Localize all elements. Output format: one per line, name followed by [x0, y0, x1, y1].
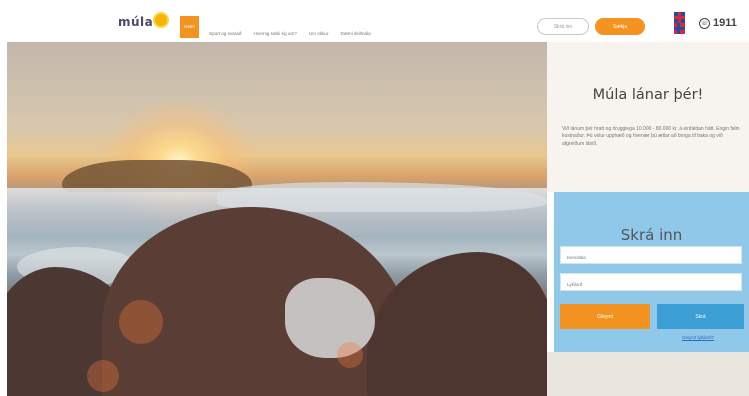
bokeh-light [337, 342, 363, 368]
panel-footer [547, 352, 749, 396]
password-input[interactable] [560, 273, 742, 291]
top-navbar: múla Heim Spurt og svarað Hvernig sæki é… [0, 0, 749, 42]
flag-is-icon[interactable] [674, 23, 685, 34]
phone-number: 1911 [713, 17, 737, 29]
hero-image [7, 42, 547, 396]
language-switcher [674, 12, 685, 34]
flag-uk-icon[interactable] [674, 12, 685, 23]
phone-icon: ☏ [699, 17, 710, 29]
promo-title: Múla lánar þér! [592, 87, 704, 103]
bokeh-light [87, 360, 119, 392]
nav-item-faq[interactable]: Spurt og svarað [209, 30, 241, 38]
login-title: Skrá inn [620, 226, 683, 244]
logo-text: múla [118, 15, 154, 29]
promo-description: Við lánum þér hratt og örugglega 10.000 … [562, 126, 740, 147]
forgot-button[interactable]: Gleymt [560, 304, 650, 329]
rock-right [367, 252, 547, 396]
phone-contact[interactable]: ☏ 1911 [699, 17, 737, 29]
logo-sun-icon [155, 14, 168, 26]
promo-panel [547, 42, 749, 192]
site-logo[interactable]: múla [118, 12, 168, 32]
nav-item-about[interactable]: Um okkur [309, 30, 329, 38]
username-input[interactable] [560, 246, 742, 264]
forgot-password-link[interactable]: Gleymt lykilorð? [682, 335, 714, 340]
nav-item-how-to-apply[interactable]: Hvernig sæki ég um? [253, 30, 296, 38]
nav-item-terms[interactable]: Dæmi skilmála [341, 30, 371, 38]
bokeh-light [119, 300, 163, 344]
header-apply-button[interactable]: Sækja [595, 18, 645, 35]
nav-item-home[interactable]: Heim [180, 16, 199, 38]
header-login-button[interactable]: Skrá inn [537, 18, 589, 35]
main-nav: Heim Spurt og svarað Hvernig sæki ég um?… [180, 16, 383, 38]
login-submit-button[interactable]: Skrá [657, 304, 744, 329]
